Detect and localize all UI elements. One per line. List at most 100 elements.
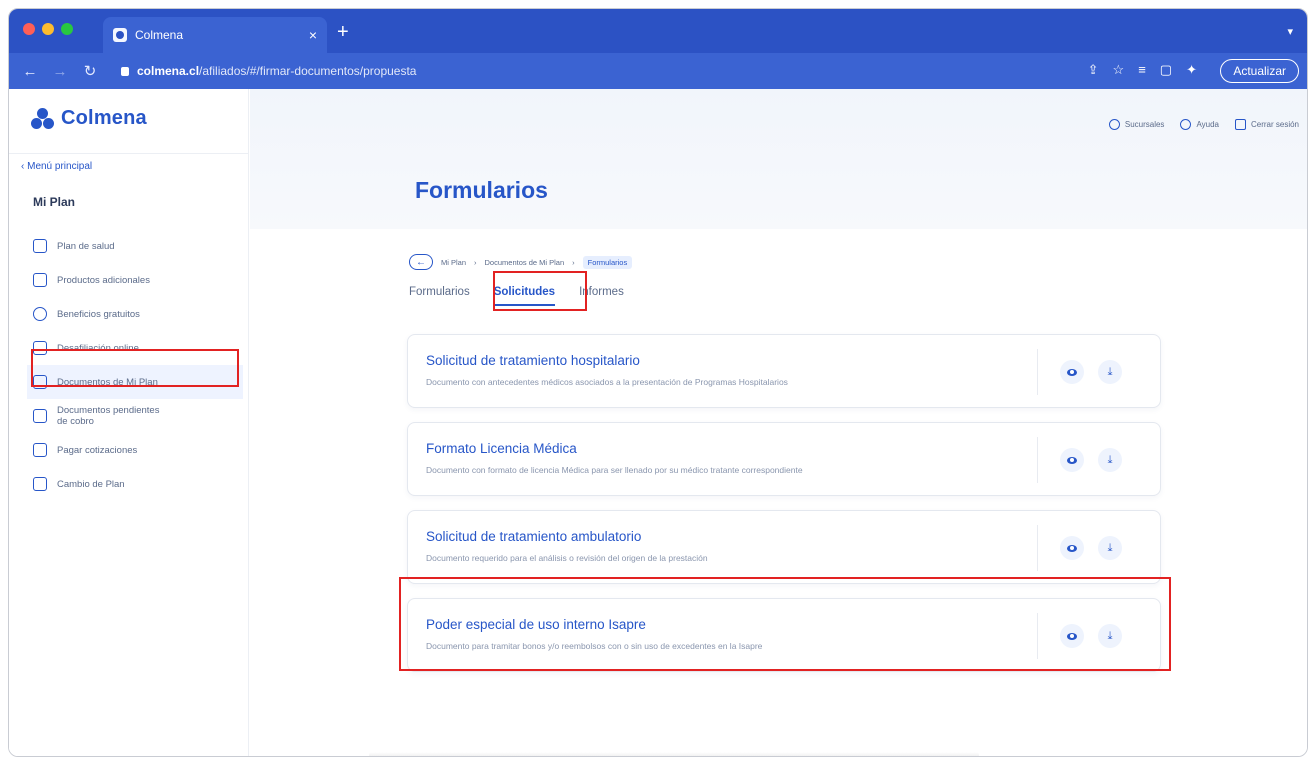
sidebar-item-label: Productos adicionales — [57, 274, 150, 286]
highlight-tab-solicitudes — [493, 271, 587, 311]
sidebar-item-label: Pagar cotizaciones — [57, 444, 138, 456]
sidebar: Colmena ‹ Menú principal Mi Plan Plan de… — [9, 89, 249, 756]
address-bar-icons: ⇪ ☆ ≡ ▢ ✦ — [1088, 62, 1197, 78]
logout-link[interactable]: Cerrar sesión — [1234, 119, 1299, 130]
sidebar-item-label: Beneficios gratuitos — [57, 308, 140, 320]
window-controls — [23, 23, 73, 35]
view-document-button[interactable] — [1060, 360, 1084, 384]
forward-arrow-icon[interactable]: → — [51, 63, 69, 80]
colmena-favicon-icon — [113, 28, 127, 42]
browser-tabbar: Colmena × + ▾ — [9, 9, 1307, 53]
document-card: Solicitud de tratamiento hospitalario Do… — [407, 334, 1161, 408]
bookmark-star-icon[interactable]: ☆ — [1113, 62, 1125, 78]
header-links: Sucursales Ayuda Cerrar sesión — [1108, 119, 1299, 130]
highlight-poder-especial-card — [399, 577, 1171, 671]
breadcrumb-back-button[interactable]: ← — [409, 254, 433, 270]
address-bar: ← → ↻ colmena.cl /afiliados/#/firmar-doc… — [9, 53, 1307, 89]
breadcrumb-current: Formularios — [582, 255, 633, 269]
sidebar-item-label: Documentos pendientes de cobro — [57, 405, 160, 427]
browser-window: Colmena × + ▾ ← → ↻ colmena.cl /afiliado… — [8, 8, 1308, 757]
colmena-logo-icon — [31, 107, 55, 130]
download-icon: ⤓ — [1107, 541, 1113, 554]
sidebar-item-documentos-pendientes[interactable]: Documentos pendientes de cobro — [33, 399, 243, 433]
zoom-window-button[interactable] — [61, 23, 73, 35]
sidebar-item-cambio-de-plan[interactable]: Cambio de Plan — [33, 467, 243, 501]
breadcrumb: ← Mi Plan › Documentos de Mi Plan › Form… — [409, 254, 633, 270]
breadcrumb-separator: › — [474, 257, 477, 267]
badge-icon — [33, 307, 47, 321]
sidebar-item-label: Plan de salud — [57, 240, 115, 252]
page-title: Formularios — [415, 177, 548, 203]
highlight-sidebar-documentos — [31, 349, 239, 387]
breadcrumb-item[interactable]: Documentos de Mi Plan — [485, 258, 565, 267]
new-tab-button[interactable]: + — [337, 21, 349, 44]
sidebar-item-productos-adicionales[interactable]: Productos adicionales — [33, 263, 243, 297]
download-icon: ⤓ — [1107, 365, 1113, 378]
payment-icon — [33, 443, 47, 457]
sidebar-toggle-icon[interactable]: ▢ — [1160, 62, 1172, 78]
update-button[interactable]: Actualizar — [1220, 59, 1299, 83]
sucursales-link[interactable]: Sucursales — [1108, 119, 1165, 130]
tab-title: Colmena — [135, 28, 184, 42]
header-background — [250, 89, 1307, 229]
back-to-main-menu-link[interactable]: ‹ Menú principal — [21, 161, 92, 172]
url-field[interactable]: colmena.cl /afiliados/#/firmar-documento… — [121, 60, 1081, 82]
breadcrumb-separator: › — [572, 257, 575, 267]
extension-icon[interactable]: ✦ — [1186, 62, 1197, 78]
document-icon — [33, 239, 47, 253]
breadcrumb-item[interactable]: Mi Plan — [441, 258, 466, 267]
brand-name: Colmena — [61, 107, 147, 129]
document-description: Documento con antecedentes médicos asoci… — [426, 377, 788, 387]
swap-icon — [33, 477, 47, 491]
download-document-button[interactable]: ⤓ — [1098, 360, 1122, 384]
header-link-label: Sucursales — [1124, 120, 1165, 129]
header-link-label: Ayuda — [1196, 120, 1219, 129]
view-document-button[interactable] — [1060, 448, 1084, 472]
header-link-label: Cerrar sesión — [1250, 120, 1299, 129]
share-icon[interactable]: ⇪ — [1088, 62, 1099, 78]
download-document-button[interactable]: ⤓ — [1098, 448, 1122, 472]
url-host: colmena.cl — [137, 64, 200, 78]
tab-close-icon[interactable]: × — [309, 27, 317, 43]
eye-icon — [1067, 456, 1077, 464]
url-path: /afiliados/#/firmar-documentos/propuesta — [199, 64, 417, 78]
download-icon: ⤓ — [1107, 453, 1113, 466]
document-card: Formato Licencia Médica Documento con fo… — [407, 422, 1161, 496]
reload-icon[interactable]: ↻ — [81, 62, 99, 80]
sidebar-item-plan-de-salud[interactable]: Plan de salud — [33, 229, 243, 263]
document-title: Solicitud de tratamiento hospitalario — [426, 353, 640, 368]
browser-tab[interactable]: Colmena × — [103, 17, 327, 53]
card-divider — [1037, 349, 1038, 395]
eye-icon — [1067, 368, 1077, 376]
document-card: Solicitud de tratamiento ambulatorio Doc… — [407, 510, 1161, 584]
tab-formularios[interactable]: Formularios — [409, 286, 470, 306]
help-icon — [1180, 119, 1192, 130]
view-document-button[interactable] — [1060, 536, 1084, 560]
card-divider — [1037, 525, 1038, 571]
lock-icon — [121, 66, 129, 76]
logout-icon — [1234, 119, 1246, 130]
bottom-shadow — [369, 752, 979, 756]
box-icon — [33, 273, 47, 287]
back-arrow-icon[interactable]: ← — [21, 63, 39, 80]
reading-list-icon[interactable]: ≡ — [1138, 62, 1146, 78]
document-description: Documento con formato de licencia Médica… — [426, 465, 803, 475]
sidebar-divider — [9, 153, 248, 154]
download-document-button[interactable]: ⤓ — [1098, 536, 1122, 560]
eye-icon — [1067, 544, 1077, 552]
ayuda-link[interactable]: Ayuda — [1180, 119, 1219, 130]
card-divider — [1037, 437, 1038, 483]
sidebar-item-beneficios-gratuitos[interactable]: Beneficios gratuitos — [33, 297, 243, 331]
document-title: Solicitud de tratamiento ambulatorio — [426, 529, 642, 544]
location-icon — [1108, 119, 1120, 130]
minimize-window-button[interactable] — [42, 23, 54, 35]
brand-logo[interactable]: Colmena — [31, 107, 147, 130]
pending-icon — [33, 409, 47, 423]
document-title: Formato Licencia Médica — [426, 441, 577, 456]
tab-list-chevron-icon[interactable]: ▾ — [1287, 25, 1293, 38]
close-window-button[interactable] — [23, 23, 35, 35]
document-description: Documento requerido para el análisis o r… — [426, 553, 708, 563]
sidebar-item-label: Cambio de Plan — [57, 478, 125, 490]
sidebar-title: Mi Plan — [33, 195, 76, 209]
sidebar-item-pagar-cotizaciones[interactable]: Pagar cotizaciones — [33, 433, 243, 467]
